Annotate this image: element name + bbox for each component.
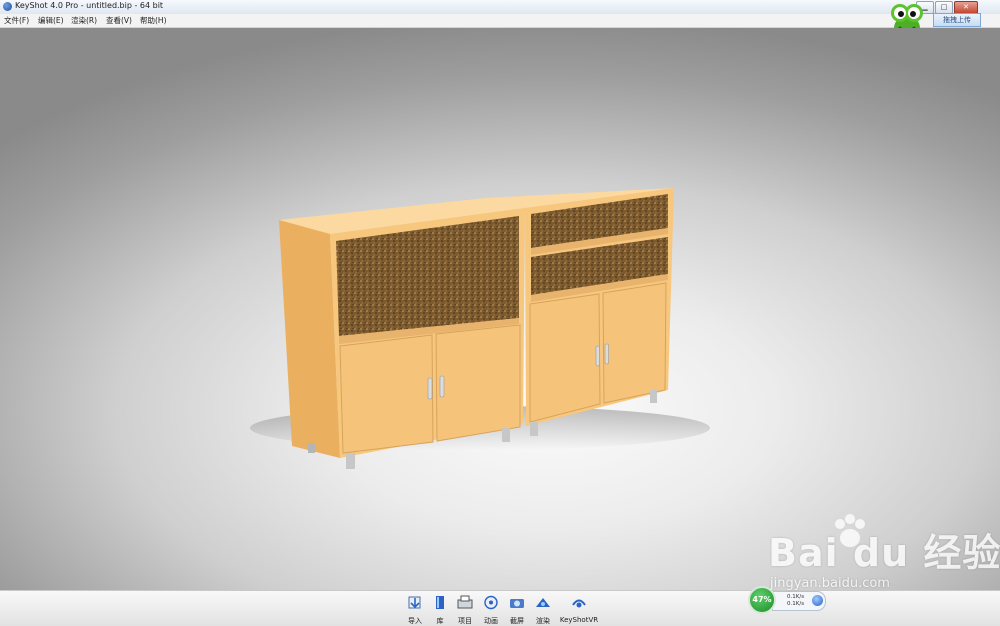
watermark-url: jingyan.baidu.com xyxy=(770,576,890,591)
menu-render[interactable]: 渲染(R) xyxy=(71,15,97,26)
render-icon xyxy=(536,598,550,607)
right-cabinet-leg-front-right xyxy=(650,390,657,403)
cabinet-scene xyxy=(250,188,710,469)
window-title: KeyShot 4.0 Pro - untitled.bip - 64 bit xyxy=(15,1,164,10)
left-cabinet-leg-front-left xyxy=(346,453,355,469)
left-cabinet-door-right xyxy=(435,324,521,442)
project-icon xyxy=(457,595,473,609)
animation-icon xyxy=(484,595,498,610)
keyshotvr-label: KeyShotVR xyxy=(559,616,599,624)
right-cabinet-door-left xyxy=(529,293,601,423)
render-viewport[interactable] xyxy=(0,28,1000,590)
right-cabinet-handle-left xyxy=(595,345,600,367)
maximize-icon: □ xyxy=(940,3,948,11)
left-cabinet-door-left xyxy=(339,334,434,454)
keyshotvr-icon xyxy=(572,599,586,608)
left-cabinet-handle-right xyxy=(439,375,445,398)
menu-bar: 文件(F) 编辑(E) 渲染(R) 查看(V) 帮助(H) xyxy=(0,14,1000,28)
screenshot-icon xyxy=(510,599,524,608)
menu-help[interactable]: 帮助(H) xyxy=(140,15,167,26)
keyshot-app-icon xyxy=(3,2,12,11)
watermark-brand: Bai du 经验 xyxy=(768,531,1000,575)
render-button[interactable]: 渲染 xyxy=(528,595,558,626)
library-icon xyxy=(436,596,444,609)
import-icon xyxy=(408,596,421,609)
menu-view[interactable]: 查看(V) xyxy=(106,15,132,26)
baidu-watermark: Bai du 经验 jingyan.baidu.com xyxy=(746,512,1000,602)
keyshotvr-button[interactable]: KeyShotVR xyxy=(558,595,600,624)
left-cabinet-leg-front-right xyxy=(502,428,510,442)
menu-file[interactable]: 文件(F) xyxy=(4,15,29,26)
left-cabinet-leg-back xyxy=(308,443,315,453)
left-cabinet xyxy=(279,198,525,469)
title-bar: KeyShot 4.0 Pro - untitled.bip - 64 bit … xyxy=(0,0,1000,15)
right-cabinet-handle-right xyxy=(604,343,609,365)
left-cabinet-handle-left xyxy=(427,377,433,400)
right-cabinet-leg-front-left xyxy=(530,422,538,436)
right-cabinet-door-right xyxy=(602,282,667,404)
menu-edit[interactable]: 编辑(E) xyxy=(38,15,64,26)
upload-button[interactable]: 拖拽上传 xyxy=(933,13,981,27)
close-icon: ✕ xyxy=(963,3,969,11)
